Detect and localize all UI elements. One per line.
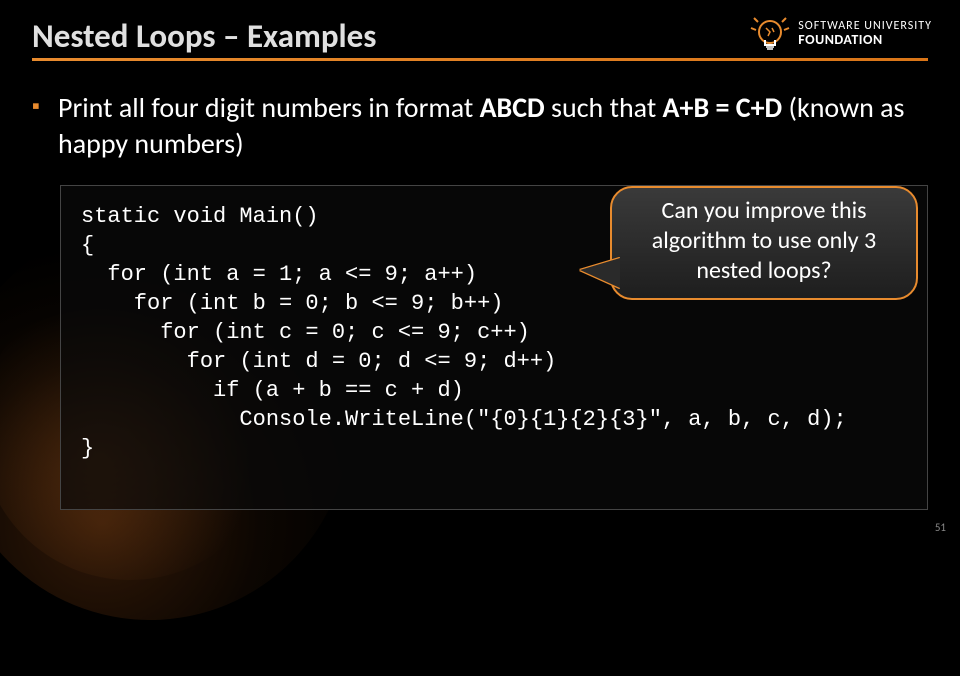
bullet-text-mid: such that [545,90,663,125]
logo-line2: FOUNDATION [798,33,932,48]
code-line-3: for (int a = 1; a <= 9; a++) [81,262,477,287]
code-line-2: { [81,233,94,258]
code-line-1: static void Main() [81,204,319,229]
bullet-bold-2: A+B = C+D [663,90,783,125]
logo-text: SOFTWARE UNIVERSITY FOUNDATION [798,20,932,47]
bullet-bold-1: ABCD [480,90,545,125]
code-line-9: } [81,436,94,461]
page-number: 51 [935,521,946,534]
callout-bubble: Can you improve this algorithm to use on… [610,186,918,300]
title-underline [32,58,928,61]
lightbulb-icon [748,12,792,56]
slide-title: Nested Loops – Examples [32,16,376,56]
bullet-area: Print all four digit numbers in format A… [32,90,928,163]
callout-tail [580,258,620,288]
code-line-5: for (int c = 0; c <= 9; c++) [81,320,530,345]
bullet-item: Print all four digit numbers in format A… [32,90,928,163]
code-line-7: if (a + b == c + d) [81,378,464,403]
logo: SOFTWARE UNIVERSITY FOUNDATION [748,12,932,56]
code-line-6: for (int d = 0; d <= 9; d++) [81,349,556,374]
bullet-text-pre: Print all four digit numbers in format [58,90,480,125]
code-line-4: for (int b = 0; b <= 9; b++) [81,291,503,316]
code-line-8: Console.WriteLine("{0}{1}{2}{3}", a, b, … [81,407,847,432]
